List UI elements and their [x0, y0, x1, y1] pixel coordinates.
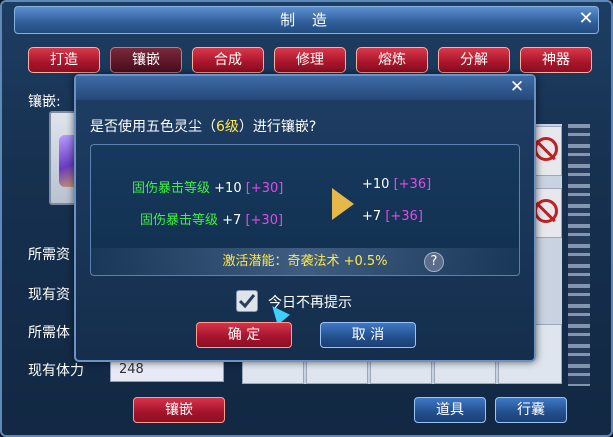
required-stamina-label: 所需体	[28, 325, 70, 341]
stat-bonus: [+30]	[245, 213, 284, 228]
potential-text: 激活潜能：奇袭法术 +0.5%	[90, 248, 520, 276]
banned-icon	[534, 199, 558, 223]
stat-value: +7	[362, 209, 382, 224]
stat-value: +7	[222, 213, 242, 228]
stat-name: 固伤暴击等级	[140, 213, 219, 228]
stat-bonus: [+36]	[385, 209, 423, 224]
inlay-label: 镶嵌:	[28, 94, 61, 110]
stat-row-new: +10 [+36]	[362, 177, 431, 192]
stat-row-new: +7 [+36]	[362, 209, 423, 224]
help-icon[interactable]: ?	[424, 252, 444, 272]
required-resource-label: 所需资	[28, 247, 70, 263]
stat-value: +10	[362, 177, 390, 192]
bag-button[interactable]: 行囊	[495, 397, 567, 423]
decorative-border	[568, 124, 590, 386]
tab-decompose[interactable]: 分解	[438, 47, 510, 73]
stat-row-current: 固伤暴击等级 +10 [+30]	[132, 177, 283, 196]
stat-bonus: [+30]	[245, 181, 284, 196]
dialog-close-icon[interactable]: ✕	[508, 78, 526, 96]
stat-value: +10	[214, 181, 242, 196]
tab-inlay[interactable]: 镶嵌	[110, 47, 182, 73]
dialog-question: 是否使用五色灵尘（6级）进行镶嵌?	[90, 116, 316, 136]
stat-row-current: 固伤暴击等级 +7 [+30]	[140, 209, 283, 228]
current-stamina-label: 现有体力	[28, 363, 84, 379]
current-resource-label: 现有资	[28, 287, 70, 303]
check-icon	[238, 294, 256, 309]
inlay-button[interactable]: 镶嵌	[133, 397, 225, 423]
question-level: 6级	[216, 119, 239, 135]
stat-bonus: [+36]	[393, 177, 432, 192]
tab-combine[interactable]: 合成	[192, 47, 264, 73]
dont-remind-checkbox[interactable]	[236, 290, 258, 312]
window-close-icon[interactable]: ✕	[577, 10, 595, 28]
window-title: 制 造	[14, 6, 599, 34]
dialog-titlebar[interactable]	[76, 76, 534, 100]
question-suffix: ）进行镶嵌?	[238, 119, 317, 135]
cancel-button[interactable]: 取 消	[320, 322, 416, 348]
banned-icon	[534, 137, 558, 161]
tab-repair[interactable]: 修理	[274, 47, 346, 73]
stat-name: 固伤暴击等级	[132, 181, 211, 196]
tab-smelt[interactable]: 熔炼	[356, 47, 428, 73]
tab-artifact[interactable]: 神器	[520, 47, 592, 73]
question-prefix: 是否使用五色灵尘（	[90, 119, 216, 135]
arrow-right-icon	[332, 188, 354, 220]
confirm-dialog: ✕ 是否使用五色灵尘（6级）进行镶嵌? 固伤暴击等级 +10 [+30] 固伤暴…	[74, 74, 536, 362]
tab-forge[interactable]: 打造	[28, 47, 100, 73]
confirm-button[interactable]: 确 定	[196, 322, 292, 348]
items-button[interactable]: 道具	[414, 397, 486, 423]
